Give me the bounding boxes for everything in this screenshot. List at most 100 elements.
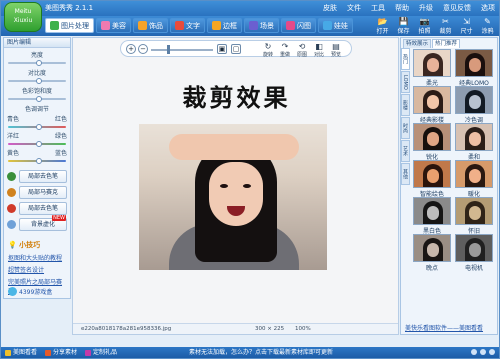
canvas-status-bar: e220a8018178a281e958336.jpg 300 × 225 10… <box>73 323 398 334</box>
menu-feedback[interactable]: 意见反馈 <box>443 3 471 13</box>
effect-item[interactable]: 电视机 <box>455 234 495 272</box>
category-tab[interactable]: LOMO <box>401 71 410 93</box>
tool-button-3[interactable]: ✂ 裁剪 <box>436 16 455 36</box>
photo-eye-right <box>243 184 251 188</box>
magenta-green-slider[interactable] <box>8 141 66 147</box>
tab-4[interactable]: 边框 <box>207 18 242 33</box>
effect-item[interactable]: 晚点 <box>413 234 453 272</box>
effect-item[interactable]: 柔和 <box>455 123 495 161</box>
local-tool-button[interactable]: 局部去色笔 <box>19 201 67 215</box>
tab-6[interactable]: 闪图 <box>281 18 316 33</box>
category-tab[interactable]: 时尚 <box>401 117 410 139</box>
bottom-link-2[interactable]: 定制礼品 <box>85 347 117 358</box>
contrast-slider[interactable] <box>8 78 66 84</box>
category-tab[interactable]: 热门 <box>401 48 410 70</box>
menu-upgrade[interactable]: 升级 <box>419 3 433 13</box>
promo-link[interactable]: 美快乐看图软件——美图看看 <box>405 323 483 332</box>
compare-label: 对比 <box>313 52 324 58</box>
effect-item[interactable]: 经典LOMO <box>455 49 495 87</box>
tip-link-1[interactable]: 抠图和大头贴的教程 <box>8 253 66 262</box>
notice-icon[interactable] <box>471 349 477 355</box>
effect-item[interactable]: 怀旧 <box>455 197 495 235</box>
tab-0[interactable]: 图片处理 <box>45 18 94 33</box>
tab-7[interactable]: 娃娃 <box>318 18 353 33</box>
yellow-blue-slider[interactable] <box>8 158 66 164</box>
saturation-slider[interactable] <box>8 96 66 102</box>
zoom-slider-handle[interactable] <box>167 45 170 54</box>
category-tab[interactable]: 艺术 <box>401 140 410 162</box>
local-tool-2[interactable]: 局部去色笔 <box>7 201 67 215</box>
tab-label: 边框 <box>223 21 237 30</box>
canvas-toolbar: + − ▣ ▢ ↻ 旋转 ↷ 重做 ⟲ 原图 ◧ 对比 ▤ 预览 <box>120 40 352 58</box>
zoom-in-icon[interactable]: + <box>126 44 136 54</box>
mosaic-icon <box>7 187 16 197</box>
menu-help[interactable]: 帮助 <box>395 3 409 13</box>
blue-label: 蓝色 <box>54 150 67 157</box>
fit-window-icon[interactable]: ▣ <box>217 44 227 54</box>
share-icon[interactable] <box>480 349 486 355</box>
open-button[interactable]: 📂 打开 <box>373 16 392 36</box>
tip-link-2[interactable]: 超赞签名设计 <box>8 265 66 274</box>
tab-2[interactable]: 饰品 <box>133 18 168 33</box>
local-tool-button[interactable]: 局部去色笔 <box>19 169 67 183</box>
magenta-green-labels: 洋红 绿色 <box>4 131 70 140</box>
tab-effects-showcase[interactable]: 特效展示 <box>403 39 432 48</box>
compare-button[interactable]: ◧ 对比 <box>312 42 326 58</box>
original-label: 原图 <box>296 52 307 58</box>
effect-item[interactable]: 暖化 <box>455 160 495 198</box>
tool-button-1[interactable]: 💾 保存 <box>394 16 413 36</box>
effect-item[interactable]: 黑白色 <box>413 197 453 235</box>
menu-file[interactable]: 文件 <box>347 3 361 13</box>
tab-hot-recommend[interactable]: 热门推荐 <box>432 39 461 48</box>
menu-tools[interactable]: 工具 <box>371 3 385 13</box>
original-button[interactable]: ⟲ 原图 <box>295 42 309 58</box>
effects-panel-tabs: 特效展示 热门推荐 <box>401 38 497 48</box>
game-icon <box>8 287 17 296</box>
app-title: 美图秀秀 2.1.1 <box>45 4 94 12</box>
saturation-label: 色彩饱和度 <box>21 88 52 95</box>
menu-options[interactable]: 选项 <box>481 3 495 13</box>
effect-item[interactable]: 锐化 <box>413 123 453 161</box>
redo-button[interactable]: ↷ 重做 <box>278 42 292 58</box>
actual-size-icon[interactable]: ▢ <box>231 44 241 54</box>
game-box-link[interactable]: 4399游戏盒 <box>8 287 52 296</box>
new-badge: NEW <box>52 215 66 221</box>
local-tool-1[interactable]: 局部马赛克 <box>7 185 67 199</box>
feature-tabs: 图片处理 美容 饰品 文字 边框 场景 闪图 娃娃 <box>45 18 353 33</box>
zoom-out-icon[interactable]: − <box>138 44 148 54</box>
tab-3[interactable]: 文字 <box>170 18 205 33</box>
zoom-slider[interactable] <box>151 49 213 51</box>
tool-label: 涂鸦 <box>481 28 494 35</box>
tab-label: 场景 <box>260 21 274 30</box>
local-tool-3[interactable]: 背景虚化 NEW <box>7 215 67 231</box>
effect-item[interactable]: 经典影楼 <box>413 86 453 124</box>
tool-button-5[interactable]: ✎ 涂鸦 <box>478 16 497 36</box>
bottom-link-0[interactable]: 美图看看 <box>5 347 37 358</box>
tool-button-2[interactable]: 📷 拍照 <box>415 16 434 36</box>
category-tab[interactable]: 其他 <box>401 163 410 185</box>
menu-skin[interactable]: 皮肤 <box>323 3 337 13</box>
local-tool-button[interactable]: 局部马赛克 <box>19 185 67 199</box>
effect-thumbnail <box>455 123 493 151</box>
brightness-slider[interactable] <box>8 60 66 66</box>
settings-icon[interactable] <box>489 349 495 355</box>
category-tab[interactable]: 影楼 <box>401 94 410 116</box>
effect-item[interactable]: 冷色调 <box>455 86 495 124</box>
rotate-button[interactable]: ↻ 旋转 <box>261 42 275 58</box>
contrast-label: 对比度 <box>27 70 46 77</box>
tab-5[interactable]: 场景 <box>244 18 279 33</box>
resize-icon: ⇲ <box>463 17 470 26</box>
canvas-area: + − ▣ ▢ ↻ 旋转 ↷ 重做 ⟲ 原图 ◧ 对比 ▤ 预览 裁剪效果 e220a80… <box>72 37 399 335</box>
bottom-message[interactable]: 素材无法加载，怎么办？点击下载最新素材库即可更新 <box>189 347 333 358</box>
cyan-red-slider[interactable] <box>8 124 66 130</box>
local-tool-0[interactable]: 局部去色笔 <box>7 169 67 183</box>
bottom-link-1[interactable]: 分享素材 <box>45 347 77 358</box>
preview-button[interactable]: ▤ 预览 <box>329 42 343 58</box>
effect-item[interactable]: 智能绘色 <box>413 160 453 198</box>
edited-photo[interactable] <box>139 124 327 270</box>
main-toolbar: 图片处理 美容 饰品 文字 边框 场景 闪图 娃娃 📂 打开 💾 保存 📷 拍照 ✂ 裁剪 ⇲ 尺寸 ✎ 涂鸦 <box>1 16 499 36</box>
tab-1[interactable]: 美容 <box>96 18 131 33</box>
tool-button-4[interactable]: ⇲ 尺寸 <box>457 16 476 36</box>
app-logo-text: Meitu Xiuxiu <box>13 8 33 24</box>
effect-item[interactable]: 柔光 <box>413 49 453 87</box>
